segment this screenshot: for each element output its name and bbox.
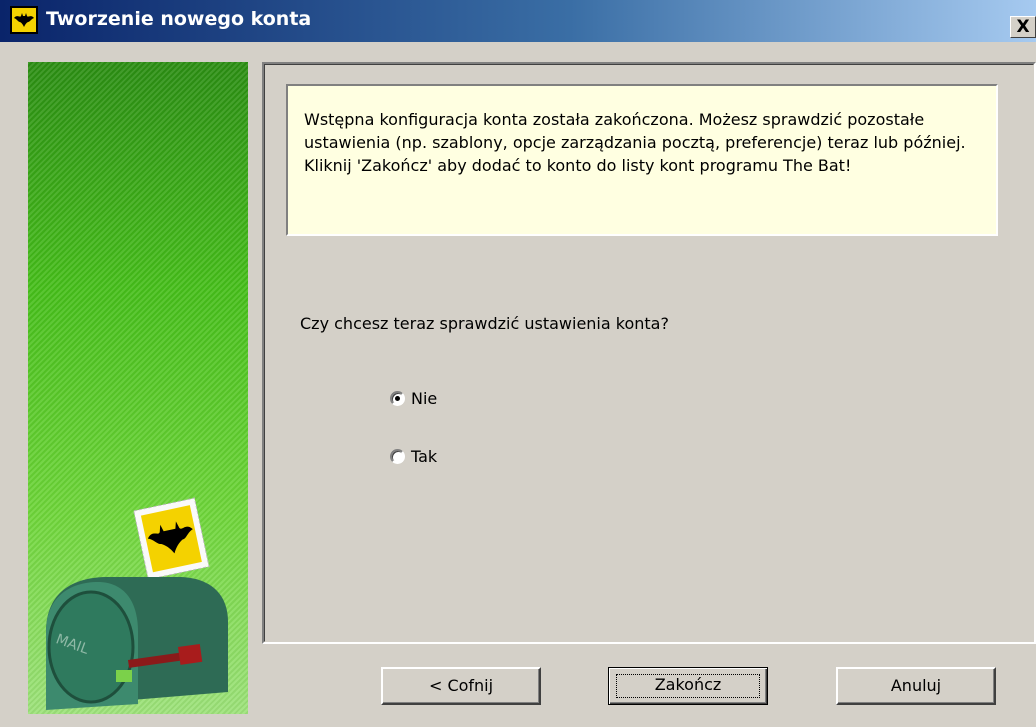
wizard-window: Tworzenie nowego konta X MAIL Wstępna ko… [0,0,1036,727]
back-label: Cofnij [447,676,494,695]
the-bat-app-icon [10,6,38,34]
info-text: Wstępna konfiguracja konta została zakoń… [304,110,966,175]
wizard-banner: MAIL [28,62,248,714]
finish-button[interactable]: Zakończ [608,667,768,705]
title-bar[interactable]: Tworzenie nowego konta X [0,0,1036,42]
mailbox-illustration: MAIL [46,497,228,710]
question-label: Czy chcesz teraz sprawdzić ustawienia ko… [300,314,669,333]
back-button[interactable]: < Cofnij [381,667,541,705]
radio-option-nie[interactable]: Nie [390,389,437,408]
close-icon: X [1016,17,1030,37]
radio-option-tak[interactable]: Tak [390,447,437,466]
close-button[interactable]: X [1010,16,1036,38]
radio-button-unchecked[interactable] [390,449,405,464]
content-panel: Wstępna konfiguracja konta została zakoń… [262,62,1036,644]
radio-button-checked[interactable] [390,391,405,406]
info-box: Wstępna konfiguracja konta została zakoń… [286,84,998,236]
radio-label: Tak [411,447,438,466]
cancel-button[interactable]: Anuluj [836,667,996,705]
back-arrow: < [428,676,448,695]
radio-label: Nie [411,389,438,408]
cancel-label: Anuluj [890,676,942,695]
focus-rectangle [616,674,760,698]
window-title: Tworzenie nowego konta [46,8,312,30]
